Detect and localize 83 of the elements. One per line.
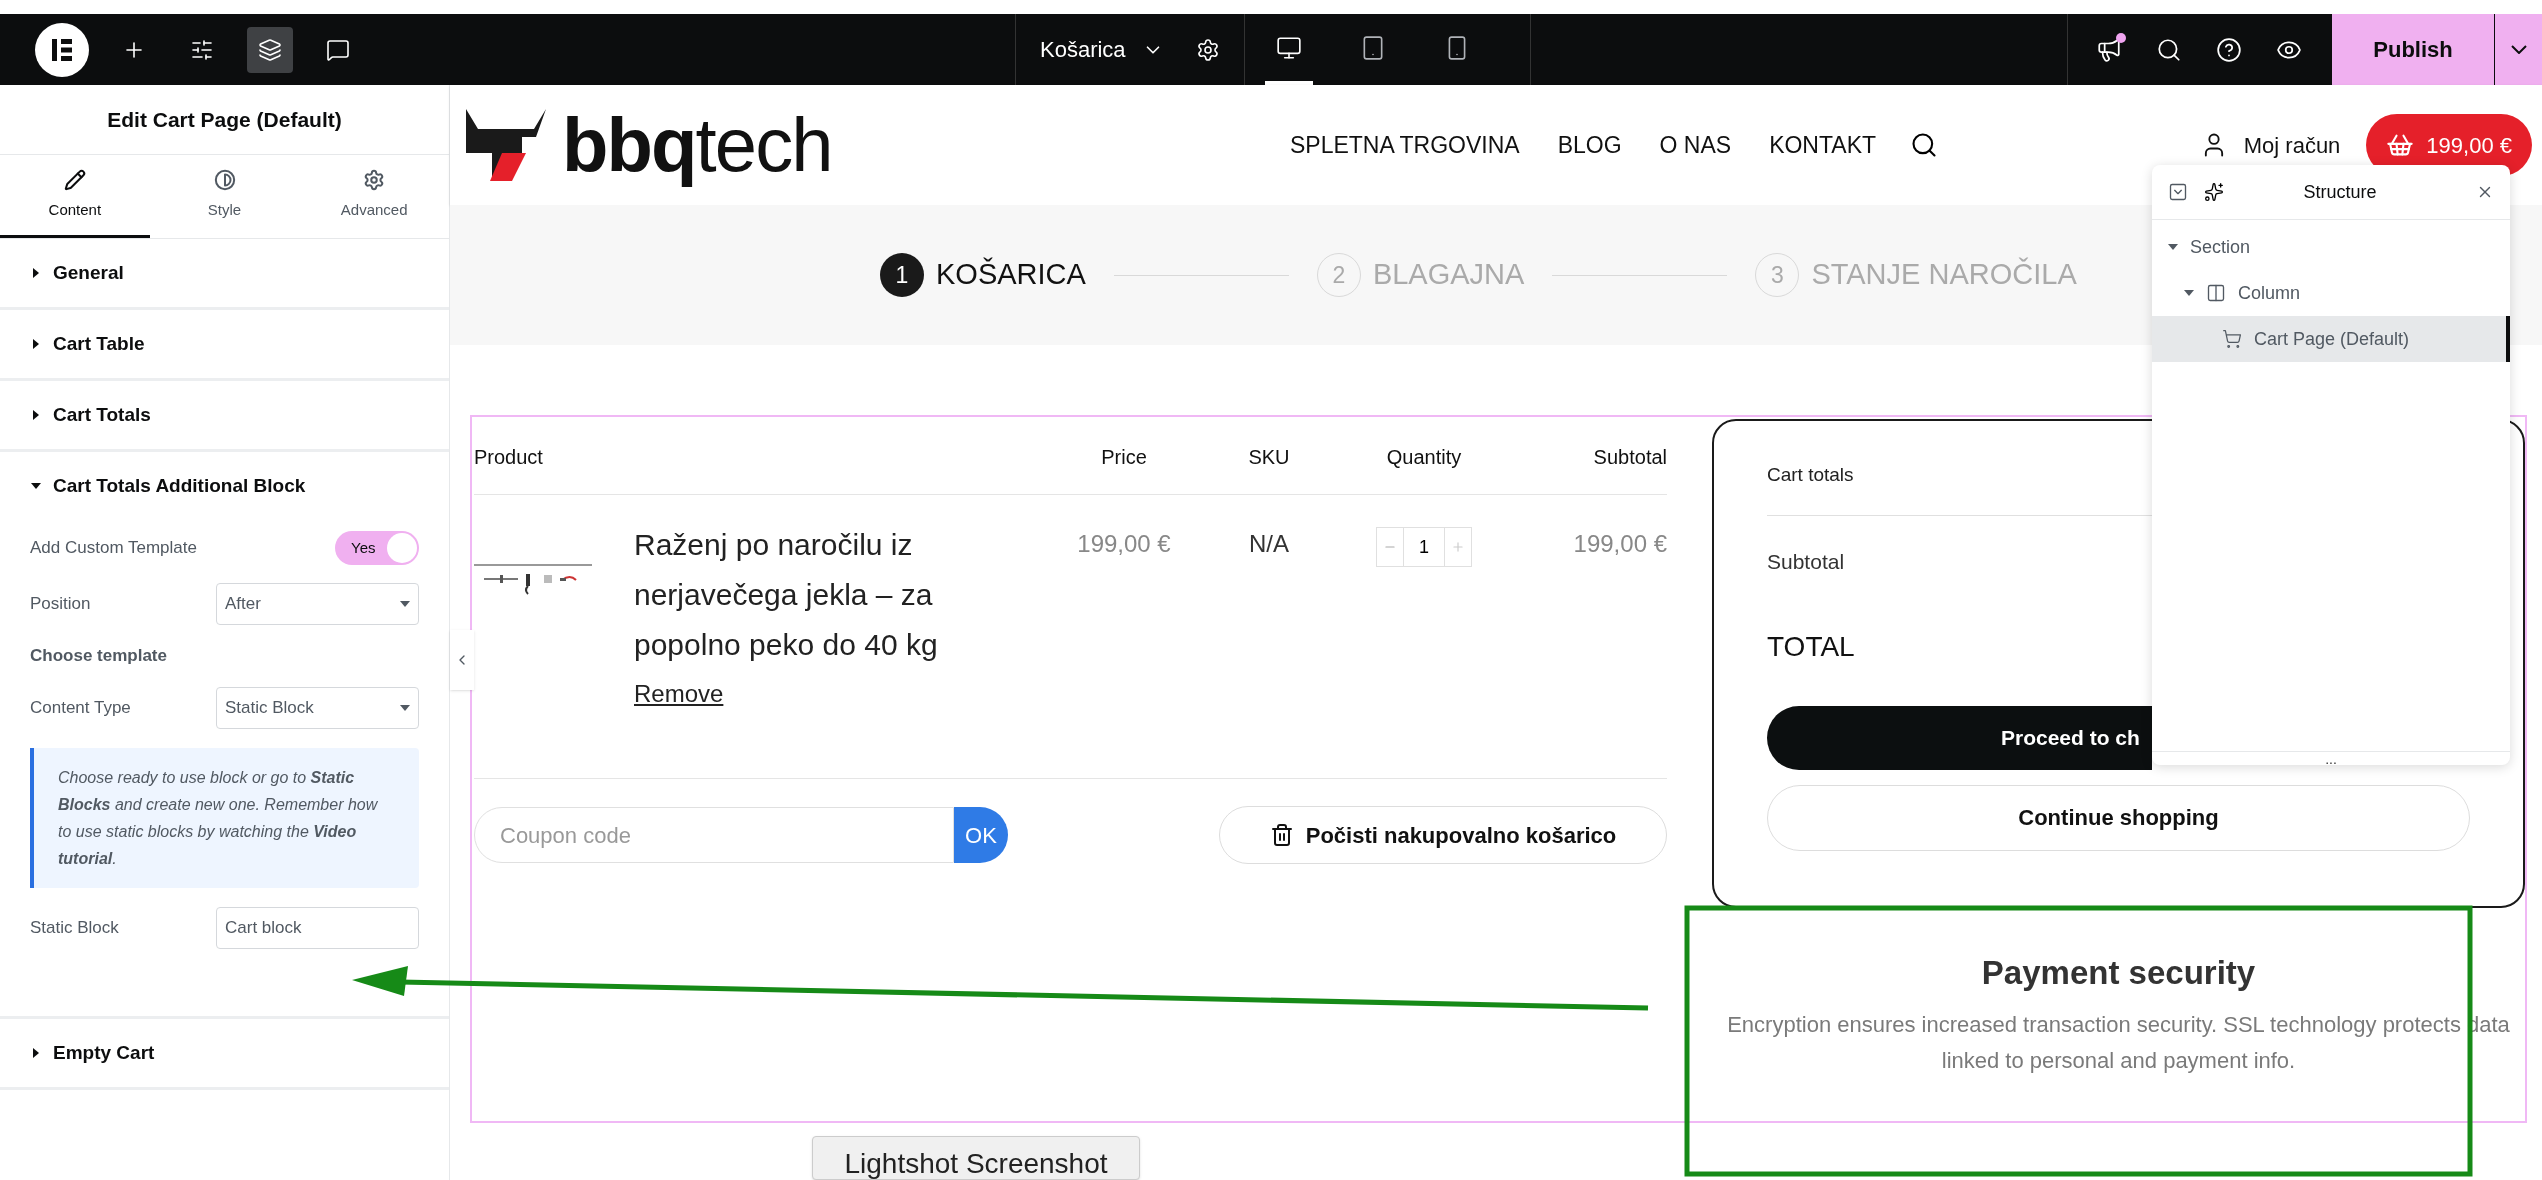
price-cell: 199,00 € — [1077, 530, 1171, 557]
section-header[interactable]: Cart Totals Additional Block — [0, 452, 449, 520]
totals-label: TOTAL — [1767, 630, 1855, 662]
columns-icon — [2206, 283, 2226, 303]
publish-button[interactable]: Publish — [2332, 14, 2494, 85]
caret-right-icon — [31, 1048, 41, 1058]
help-note: Choose ready to use block or go to Static Blocks and create new one. Remember how to use static blocks by watching the Video tutorial. — [58, 768, 379, 869]
logo-icon[interactable] — [35, 22, 89, 77]
select-field[interactable]: Static Block — [216, 687, 419, 729]
section-header[interactable]: Cart Table — [0, 310, 449, 378]
caret-right-icon — [31, 410, 41, 420]
plus-icon — [1451, 540, 1465, 554]
account-link[interactable]: Moj račun — [2199, 128, 2341, 162]
structure-item[interactable]: Section — [2152, 224, 2510, 270]
control-label: Position — [30, 593, 91, 616]
help-button[interactable] — [2216, 36, 2242, 63]
caret-down-icon — [2168, 242, 2178, 252]
sliders-icon — [190, 37, 214, 62]
chevron-down-icon — [2510, 45, 2527, 54]
structure-title: Structure — [2302, 180, 2378, 204]
payment-security-title: Payment security — [1981, 952, 2256, 993]
panel-tab[interactable]: Content — [0, 155, 150, 238]
remove-link[interactable]: Remove — [634, 676, 1034, 712]
caret-icon — [400, 703, 410, 713]
publish-options-button[interactable] — [2494, 14, 2542, 85]
layers-tool-button[interactable] — [247, 26, 293, 73]
caret-down-icon — [2184, 288, 2194, 298]
sku-cell: N/A — [1249, 530, 1289, 557]
nav-link[interactable]: SPLETNA TRGOVINA — [1290, 127, 1520, 163]
section-header[interactable]: Cart Totals — [0, 381, 449, 449]
structure-item[interactable]: Column — [2152, 270, 2510, 316]
select-field[interactable]: After — [216, 583, 419, 625]
control-label: Add Custom Template — [30, 537, 197, 560]
totals-title: Cart totals — [1767, 464, 1854, 485]
column-header: SKU — [1248, 445, 1290, 468]
contrast-icon — [213, 168, 236, 191]
toggle-switch[interactable]: Yes — [335, 531, 419, 565]
step-label: BLAGAJNA — [1372, 257, 1525, 293]
trash-icon — [1269, 823, 1294, 847]
panel-tab[interactable]: Advanced — [299, 155, 449, 238]
pencil-icon — [63, 168, 86, 191]
apply-coupon-button[interactable]: OK — [954, 807, 1008, 863]
gear-icon — [363, 168, 386, 191]
layers-icon — [258, 37, 282, 62]
input-field[interactable]: Cart block — [216, 907, 419, 949]
step-label: STANJE NAROČILA — [1811, 256, 2077, 293]
column-header: Price — [1101, 445, 1147, 468]
section-header[interactable]: Empty Cart — [0, 1019, 449, 1087]
page-selector[interactable]: Košarica — [1016, 33, 1188, 66]
column-header: Quantity — [1386, 445, 1462, 468]
help-icon — [2216, 36, 2242, 63]
totals-label: Subtotal — [1767, 549, 1845, 573]
collapse-icon[interactable] — [2168, 182, 2188, 202]
control-label: Static Block — [30, 917, 119, 940]
nav-link[interactable]: KONTAKT — [1769, 127, 1877, 163]
sparkles-icon[interactable] — [2204, 182, 2224, 202]
subtotal-cell: 199,00 € — [1573, 530, 1667, 557]
nav-link[interactable]: O NAS — [1659, 127, 1732, 163]
panel-tab[interactable]: Style — [149, 155, 300, 238]
chat-icon — [326, 37, 350, 62]
nav-link[interactable]: BLOG — [1557, 127, 1622, 163]
step-label: KOŠARICA — [936, 256, 1086, 293]
cart-icon — [2222, 329, 2242, 349]
caret-icon — [400, 599, 410, 609]
panel-title: Edit Cart Page (Default) — [107, 106, 342, 133]
search-button[interactable] — [2156, 36, 2182, 63]
step-number: 1 — [880, 253, 924, 297]
column-header: Product — [474, 445, 543, 468]
column-header: Subtotal — [1593, 445, 1667, 468]
control-label: Content Type — [30, 697, 131, 720]
caret-down-icon — [31, 481, 41, 491]
caret-right-icon — [31, 268, 41, 278]
search-icon[interactable] — [1910, 131, 1939, 159]
product-name[interactable]: Raženj po naročilu iz nerjavečega jekla – za popolno peko do 40 kg — [634, 520, 1034, 670]
section-header[interactable]: General — [0, 239, 449, 307]
desktop-icon — [1275, 34, 1302, 61]
search-icon — [2156, 36, 2182, 63]
control-heading: Choose template — [30, 645, 168, 668]
checkout-button[interactable]: Proceed to ch — [1767, 705, 2152, 770]
drag-handle[interactable]: ... — [2325, 751, 2337, 766]
caret-right-icon — [31, 339, 41, 349]
structure-item[interactable]: Cart Page (Default) — [2152, 316, 2510, 362]
tooltip: Lightshot Screenshot — [812, 1136, 1140, 1180]
